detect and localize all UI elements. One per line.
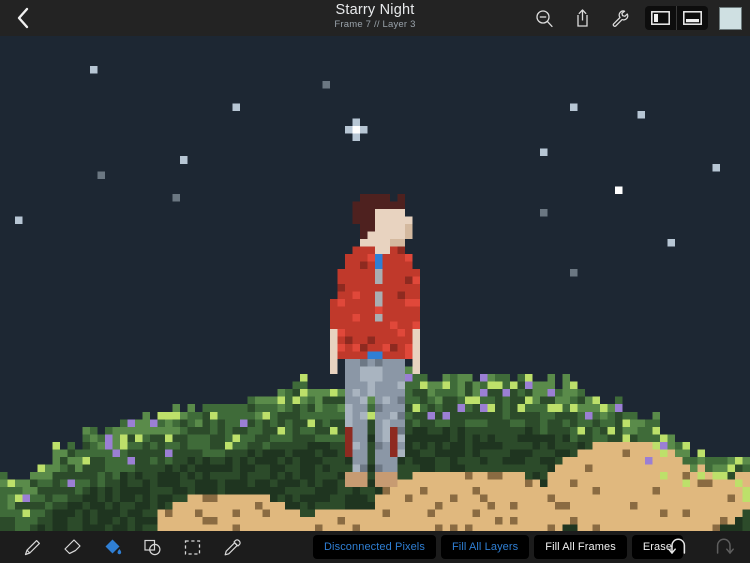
eraser-tool[interactable] — [52, 531, 92, 563]
wrench-icon — [612, 9, 628, 27]
select-tool[interactable] — [172, 531, 212, 563]
paint-bucket-icon — [105, 539, 121, 554]
shapes-icon — [143, 539, 161, 555]
bottom-toolbar: Disconnected Pixels Fill All Layers Fill… — [0, 531, 750, 563]
eraser-icon — [63, 538, 81, 554]
pixel-editor-app: Starry Night Frame 7 // Layer 3 Disconne… — [0, 0, 750, 563]
shapes-tool[interactable] — [132, 531, 172, 563]
chevron-left-icon — [17, 7, 28, 29]
pencil-tool[interactable] — [12, 531, 52, 563]
tool-palette — [0, 531, 252, 563]
side-panel-icon — [651, 11, 670, 25]
undo-button[interactable] — [666, 534, 692, 560]
bottom-panel-toggle[interactable] — [677, 6, 708, 30]
artwork-canvas-area[interactable] — [0, 36, 750, 532]
redo-button[interactable] — [710, 534, 736, 560]
disconnected-pixels-button[interactable]: Disconnected Pixels — [313, 535, 436, 559]
back-button[interactable] — [0, 0, 44, 36]
fill-all-frames-button[interactable]: Fill All Frames — [534, 535, 627, 559]
top-toolbar: Starry Night Frame 7 // Layer 3 — [0, 0, 750, 36]
active-color-swatch[interactable] — [719, 6, 742, 30]
pixel-art-canvas[interactable] — [0, 36, 750, 532]
side-panel-toggle[interactable] — [645, 6, 676, 30]
settings-button[interactable] — [601, 0, 639, 36]
fill-options-group: Disconnected Pixels Fill All Layers Fill… — [313, 535, 684, 559]
share-icon — [576, 9, 588, 27]
share-button[interactable] — [563, 0, 601, 36]
zoom-out-button[interactable] — [525, 0, 563, 36]
undo-icon — [668, 538, 686, 554]
eyedropper-tool[interactable] — [212, 531, 252, 563]
selection-marquee-icon — [184, 539, 200, 555]
fill-tool[interactable] — [92, 531, 132, 563]
eyedropper-icon — [224, 538, 241, 555]
pencil-icon — [24, 539, 40, 555]
redo-icon — [716, 538, 734, 554]
bottom-panel-icon — [683, 11, 702, 25]
zoom-out-icon — [535, 9, 553, 27]
fill-all-layers-button[interactable]: Fill All Layers — [440, 535, 530, 559]
history-controls — [666, 531, 736, 563]
top-actions — [525, 0, 742, 36]
panel-layout-toggles — [645, 6, 708, 30]
